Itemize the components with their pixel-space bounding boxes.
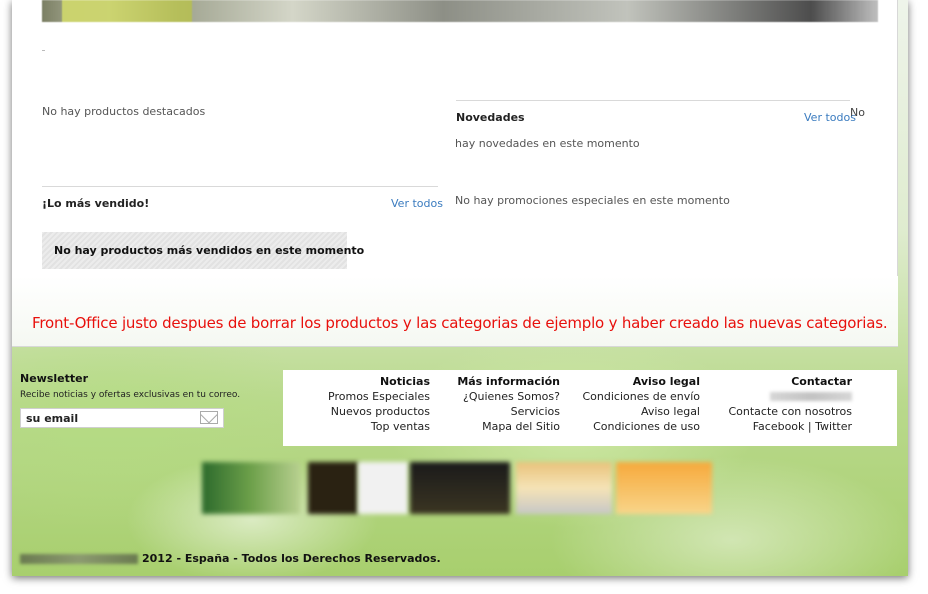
image-slider-bottom	[42, 0, 878, 22]
footer-link-facebook[interactable]: Facebook	[753, 420, 805, 433]
divider	[456, 100, 850, 101]
new-products-view-all-link[interactable]: Ver todos	[804, 111, 856, 124]
main-content-panel: No hay productos destacados Novedades Ve…	[12, 0, 898, 347]
footer-link-services[interactable]: Servicios	[457, 404, 560, 419]
footer-link-about[interactable]: ¿Quienes Somos?	[457, 389, 560, 404]
footer-link-new-products[interactable]: Nuevos productos	[328, 404, 430, 419]
best-sellers-view-all-link[interactable]: Ver todos	[391, 197, 443, 210]
footer-link-promos[interactable]: Promos Especiales	[328, 389, 430, 404]
specials-empty-text: No hay promociones especiales en este mo…	[455, 194, 730, 207]
newsletter-email-input[interactable]	[20, 408, 224, 428]
partner-logo	[516, 462, 612, 514]
footer-heading-noticias: Noticias	[379, 375, 430, 388]
footer-link-sitemap[interactable]: Mapa del Sitio	[457, 419, 560, 434]
blurred-phone-number	[770, 392, 852, 401]
footer-link-contact[interactable]: Contacte con nosotros	[728, 404, 852, 419]
partner-logo	[308, 462, 358, 514]
footer-link-legal[interactable]: Aviso legal	[582, 404, 700, 419]
footer-link-top-sales[interactable]: Top ventas	[328, 419, 430, 434]
partner-logo	[358, 462, 408, 514]
footer-col-contactar: Contactar Contacte con nosotros Facebook…	[728, 375, 852, 433]
partner-logo	[410, 462, 510, 514]
newsletter-title: Newsletter	[20, 372, 89, 385]
partner-logo	[616, 462, 712, 514]
footer-link-terms[interactable]: Condiciones de uso	[582, 419, 700, 434]
divider	[42, 186, 438, 187]
newsletter-description: Recibe noticias y ofertas exclusivas en …	[20, 390, 241, 400]
footer-col-aviso: Aviso legal Condiciones de envío Aviso l…	[582, 374, 700, 434]
copyright-text: 2012 - España - Todos los Derechos Reser…	[20, 552, 441, 565]
footer-link-twitter[interactable]: Twitter	[815, 420, 852, 433]
footer-heading-aviso: Aviso legal	[632, 375, 700, 388]
browser-window: No hay productos destacados Novedades Ve…	[12, 0, 908, 576]
new-products-empty-text: hay novedades en este momento	[455, 137, 640, 150]
footer-links-block: Noticias Promos Especiales Nuevos produc…	[283, 370, 897, 446]
footer-col-noticias: Noticias Promos Especiales Nuevos produc…	[328, 374, 430, 434]
footer-heading-contactar: Contactar	[791, 375, 852, 388]
envelope-icon[interactable]	[200, 411, 218, 424]
footer-heading-mas-info: Más información	[457, 375, 560, 388]
side-text-fragment: No	[850, 106, 865, 119]
featured-empty-text: No hay productos destacados	[42, 105, 206, 118]
best-sellers-empty-box: No hay productos más vendidos en este mo…	[42, 232, 364, 269]
partner-logo	[202, 462, 300, 514]
footer-link-shipping[interactable]: Condiciones de envío	[582, 389, 700, 404]
best-sellers-title: ¡Lo más vendido!	[42, 197, 150, 210]
blurred-company-name	[20, 554, 138, 564]
new-products-title: Novedades	[456, 111, 525, 124]
annotation-caption: Front-Office justo despues de borrar los…	[32, 314, 888, 332]
footer-col-mas-info: Más información ¿Quienes Somos? Servicio…	[457, 374, 560, 434]
